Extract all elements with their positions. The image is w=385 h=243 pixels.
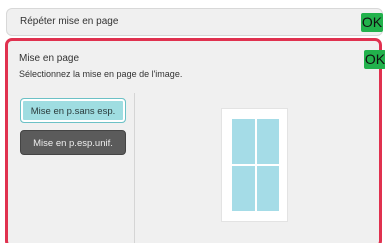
repeat-layout-title: Répéter mise en page: [20, 16, 119, 27]
layout-panel: Mise en page Sélectionnez la mise en pag…: [5, 38, 385, 243]
preview-cell: [256, 166, 279, 211]
layout-uniform-spacing-button[interactable]: Mise en p.esp.unif.: [20, 130, 126, 155]
layout-preview-grid: [232, 119, 279, 211]
layout-panel-title: Mise en page: [19, 53, 80, 64]
layout-preview: [221, 108, 288, 222]
top-ok-button[interactable]: OK: [361, 13, 383, 32]
preview-cell: [256, 119, 279, 164]
repeat-layout-bar[interactable]: Répéter mise en page OK: [6, 8, 383, 36]
layout-no-spacing-button[interactable]: Mise en p.sans esp.: [20, 98, 126, 123]
preview-cell: [232, 166, 255, 211]
panel-ok-button[interactable]: OK: [364, 50, 385, 69]
preview-cell: [232, 119, 255, 164]
layout-panel-description: Sélectionnez la mise en page de l'image.: [19, 69, 183, 79]
panel-divider: [134, 93, 135, 243]
